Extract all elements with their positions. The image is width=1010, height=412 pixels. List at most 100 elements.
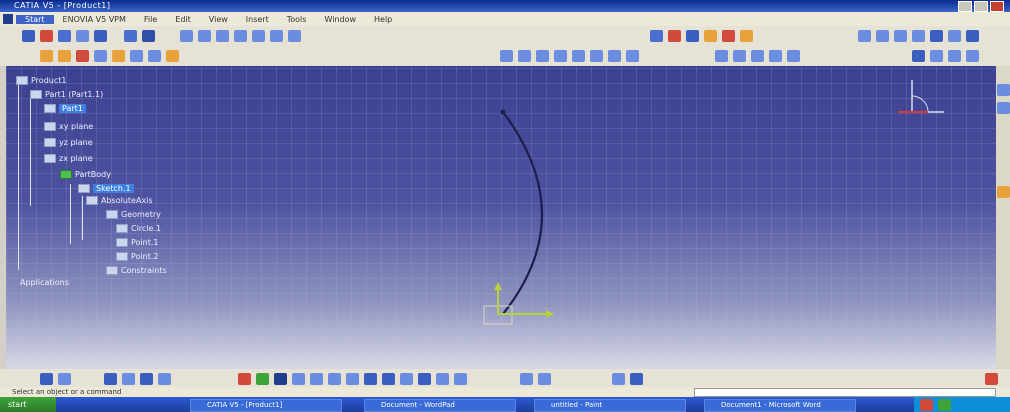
- axis-icon[interactable]: [270, 30, 283, 42]
- zoom-icon[interactable]: [310, 373, 323, 385]
- measure-between-icon[interactable]: [612, 373, 625, 385]
- rectangle-icon[interactable]: [180, 30, 193, 42]
- new-icon[interactable]: [40, 50, 53, 62]
- fit-all-icon[interactable]: [58, 373, 71, 385]
- tool-icon[interactable]: [997, 102, 1010, 114]
- zoom-in-icon[interactable]: [140, 373, 153, 385]
- sketch-view-icon[interactable]: [328, 373, 341, 385]
- fly-mode-icon[interactable]: [40, 373, 53, 385]
- open-icon[interactable]: [58, 50, 71, 62]
- sketch-tools-icon[interactable]: [858, 30, 871, 42]
- animate-constraint-icon[interactable]: [769, 50, 782, 62]
- circle-icon[interactable]: [198, 30, 211, 42]
- hide-show-icon[interactable]: [930, 30, 943, 42]
- knowledge-icon[interactable]: [948, 50, 961, 62]
- dimensional-constraints-icon[interactable]: [124, 30, 137, 42]
- camera-icon[interactable]: [538, 373, 551, 385]
- tray-icon[interactable]: [938, 399, 951, 411]
- undo-icon[interactable]: [166, 50, 179, 62]
- line-icon[interactable]: [252, 30, 265, 42]
- zoom-out-icon[interactable]: [158, 373, 171, 385]
- snap-icon[interactable]: [58, 30, 71, 42]
- conic-icon[interactable]: [234, 30, 247, 42]
- taskbar-item-catia[interactable]: CATIA V5 - [Product1]: [190, 399, 342, 412]
- perspective-icon[interactable]: [400, 373, 413, 385]
- maximize-button[interactable]: [974, 1, 988, 12]
- spline-icon[interactable]: [216, 30, 229, 42]
- rotate-icon[interactable]: [122, 373, 135, 385]
- save-icon[interactable]: [76, 50, 89, 62]
- normal-view-icon[interactable]: [238, 373, 251, 385]
- measure-icon[interactable]: [876, 30, 889, 42]
- sketch-analysis-icon[interactable]: [520, 373, 533, 385]
- shading-icon[interactable]: [382, 373, 395, 385]
- taskbar-item-wordpad[interactable]: Document - WordPad: [364, 399, 516, 412]
- offset-icon[interactable]: [740, 30, 753, 42]
- render-icon[interactable]: [436, 373, 449, 385]
- move-icon[interactable]: [274, 373, 287, 385]
- geometric-constraints-icon[interactable]: [94, 30, 107, 42]
- normal-view-icon[interactable]: [500, 50, 513, 62]
- wireframe-icon[interactable]: [418, 373, 431, 385]
- paste-icon[interactable]: [148, 50, 161, 62]
- command-input[interactable]: [694, 388, 996, 397]
- menu-help[interactable]: Help: [365, 15, 401, 24]
- tool-icon[interactable]: [997, 84, 1010, 96]
- formula-icon[interactable]: [966, 50, 979, 62]
- cut-icon[interactable]: [112, 50, 125, 62]
- menu-file[interactable]: File: [135, 15, 166, 24]
- lighting-icon[interactable]: [454, 373, 467, 385]
- taskbar-item-word[interactable]: Document1 - Microsoft Word: [704, 399, 856, 412]
- zoom-area-icon[interactable]: [292, 373, 305, 385]
- catalog-icon[interactable]: [930, 50, 943, 62]
- construction-icon[interactable]: [76, 30, 89, 42]
- constraint-tool-icon[interactable]: [715, 50, 728, 62]
- quick-view-icon[interactable]: [256, 373, 269, 385]
- taskbar-item-paint[interactable]: untitled - Paint: [534, 399, 686, 412]
- corner-icon[interactable]: [650, 30, 663, 42]
- menu-start[interactable]: Start: [16, 14, 54, 24]
- auto-constraint-icon[interactable]: [751, 50, 764, 62]
- tray-icon[interactable]: [920, 399, 933, 411]
- iso-view-icon[interactable]: [518, 50, 531, 62]
- pan-icon[interactable]: [104, 373, 117, 385]
- print-icon[interactable]: [94, 50, 107, 62]
- bottom-view-icon[interactable]: [626, 50, 639, 62]
- app-icon[interactable]: [3, 14, 13, 24]
- dimension-tool-icon[interactable]: [733, 50, 746, 62]
- top-view-icon[interactable]: [608, 50, 621, 62]
- menu-tools[interactable]: Tools: [278, 15, 316, 24]
- minimize-button[interactable]: [958, 1, 972, 12]
- back-view-icon[interactable]: [554, 50, 567, 62]
- start-button[interactable]: start: [0, 397, 56, 412]
- 3d-viewport[interactable]: Product1 Part1 (Part1.1) Part1 xy plane …: [6, 66, 996, 369]
- arc-start-point[interactable]: [500, 109, 506, 115]
- hide-show-icon[interactable]: [346, 373, 359, 385]
- sketch-canvas[interactable]: [6, 66, 996, 369]
- menu-insert[interactable]: Insert: [237, 15, 278, 24]
- exit-sketch-icon[interactable]: [22, 30, 35, 42]
- arc-curve[interactable]: [502, 111, 544, 315]
- render-style-icon[interactable]: [966, 30, 979, 42]
- grid-icon[interactable]: [40, 30, 53, 42]
- project-3d-icon[interactable]: [704, 30, 717, 42]
- left-view-icon[interactable]: [572, 50, 585, 62]
- profile-icon[interactable]: [142, 30, 155, 42]
- swap-icon[interactable]: [948, 30, 961, 42]
- copy-icon[interactable]: [130, 50, 143, 62]
- edit-multi-constraint-icon[interactable]: [787, 50, 800, 62]
- trim-icon[interactable]: [668, 30, 681, 42]
- update-icon[interactable]: [912, 50, 925, 62]
- menu-enovia[interactable]: ENOVIA V5 VPM: [54, 15, 135, 24]
- compass-icon[interactable]: [898, 80, 944, 113]
- menu-edit[interactable]: Edit: [166, 15, 200, 24]
- close-button[interactable]: [990, 1, 1004, 12]
- right-view-icon[interactable]: [590, 50, 603, 62]
- tool-icon[interactable]: [997, 186, 1010, 198]
- swap-visible-space-icon[interactable]: [364, 373, 377, 385]
- menu-window[interactable]: Window: [315, 15, 365, 24]
- front-view-icon[interactable]: [536, 50, 549, 62]
- menu-view[interactable]: View: [200, 15, 237, 24]
- analysis-icon[interactable]: [894, 30, 907, 42]
- measure-item-icon[interactable]: [630, 373, 643, 385]
